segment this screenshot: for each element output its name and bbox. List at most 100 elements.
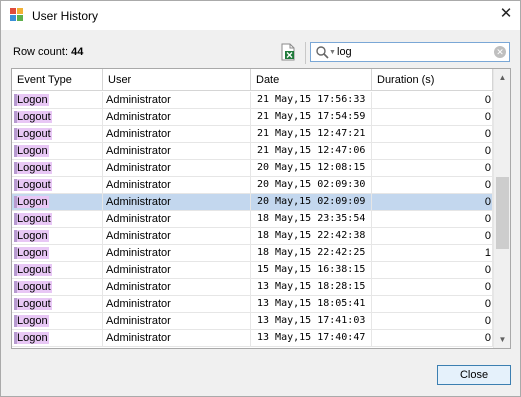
cell-event-type: Logout [12, 109, 103, 126]
window-title: User History [32, 9, 99, 23]
cell-event-type: Logon [12, 92, 103, 109]
scroll-down-icon[interactable]: ▼ [494, 331, 510, 348]
cell-event-type: Logon [12, 228, 103, 245]
cell-user: Administrator [103, 160, 251, 177]
cell-user: Administrator [103, 313, 251, 330]
user-history-dialog: User History ✕ Row count: 44 ▼ ✕ Event T… [0, 0, 521, 397]
cell-event-type: Logon [12, 143, 103, 160]
table-row[interactable]: Logout Administrator 13 May,15 18:28:15 0 [12, 279, 493, 296]
cell-user: Administrator [103, 245, 251, 262]
cell-duration: 0 [372, 143, 493, 160]
cell-duration: 0 [372, 109, 493, 126]
cell-date: 21 May,15 12:47:06 [251, 143, 372, 160]
cell-user: Administrator [103, 296, 251, 313]
search-match-highlight: Logon [14, 196, 49, 208]
column-header-duration[interactable]: Duration (s) [372, 69, 493, 91]
cell-duration: 0 [372, 228, 493, 245]
search-match-highlight: Logon [14, 332, 49, 344]
table-row[interactable]: Logout Administrator 20 May,15 12:08:15 0 [12, 160, 493, 177]
row-count-label: Row count: [13, 46, 69, 58]
excel-export-icon[interactable] [279, 43, 297, 61]
cell-duration: 0 [372, 177, 493, 194]
close-button[interactable]: Close [437, 365, 511, 385]
cell-date: 21 May,15 12:47:21 [251, 126, 372, 143]
cell-user: Administrator [103, 279, 251, 296]
table-row[interactable]: Logout Administrator 21 May,15 17:54:59 0 [12, 109, 493, 126]
search-match-highlight: Logon [14, 94, 49, 106]
search-match-highlight: Logon [14, 145, 49, 157]
cell-user: Administrator [103, 143, 251, 160]
row-count-value: 44 [71, 46, 84, 58]
search-match-highlight: Logout [14, 111, 52, 123]
cell-date: 13 May,15 17:41:03 [251, 313, 372, 330]
cell-date: 13 May,15 18:05:41 [251, 296, 372, 313]
cell-event-type: Logout [12, 177, 103, 194]
search-match-highlight: Logout [14, 281, 52, 293]
table-row[interactable]: Logon Administrator 21 May,15 12:47:06 0 [12, 143, 493, 160]
column-header-event-type[interactable]: Event Type [12, 69, 103, 91]
cell-event-type: Logon [12, 313, 103, 330]
cell-date: 20 May,15 12:08:15 [251, 160, 372, 177]
history-table[interactable]: Event Type User Date Duration (s) Logon A… [11, 68, 511, 349]
table-row[interactable]: Logout Administrator 13 May,15 18:05:41 0 [12, 296, 493, 313]
cell-duration: 0 [372, 194, 493, 211]
table-row[interactable]: Logon Administrator 21 May,15 17:56:33 0 [12, 92, 493, 109]
table-header: Event Type User Date Duration (s) [12, 69, 493, 91]
cell-duration: 0 [372, 211, 493, 228]
cell-user: Administrator [103, 330, 251, 347]
table-row[interactable]: Logout Administrator 18 May,15 23:35:54 0 [12, 211, 493, 228]
cell-duration: 0 [372, 296, 493, 313]
cell-event-type: Logon [12, 194, 103, 211]
table-row[interactable]: Logout Administrator 21 May,15 12:47:21 0 [12, 126, 493, 143]
cell-user: Administrator [103, 92, 251, 109]
cell-user: Administrator [103, 194, 251, 211]
table-row[interactable]: Logon Administrator 20 May,15 02:09:09 0 [12, 194, 493, 211]
cell-duration: 0 [372, 330, 493, 347]
scroll-up-icon[interactable]: ▲ [494, 69, 510, 86]
app-icon [10, 8, 23, 21]
cell-event-type: Logout [12, 279, 103, 296]
cell-duration: 0 [372, 160, 493, 177]
table-row[interactable]: Logon Administrator 18 May,15 22:42:38 0 [12, 228, 493, 245]
scroll-thumb[interactable] [496, 177, 509, 249]
cell-duration: 0 [372, 262, 493, 279]
cell-user: Administrator [103, 228, 251, 245]
cell-duration: 0 [372, 92, 493, 109]
cell-user: Administrator [103, 126, 251, 143]
cell-date: 21 May,15 17:54:59 [251, 109, 372, 126]
cell-duration: 0 [372, 126, 493, 143]
toolbar-separator [305, 42, 306, 64]
column-header-user[interactable]: User [103, 69, 251, 91]
search-dropdown-icon[interactable]: ▼ [329, 49, 336, 56]
cell-event-type: Logon [12, 330, 103, 347]
cell-event-type: Logout [12, 126, 103, 143]
table-row[interactable]: Logon Administrator 13 May,15 17:41:03 0 [12, 313, 493, 330]
search-match-highlight: Logout [14, 213, 52, 225]
search-match-highlight: Logout [14, 264, 52, 276]
vertical-scrollbar[interactable]: ▲ ▼ [493, 69, 510, 348]
search-box[interactable]: ▼ ✕ [310, 42, 510, 62]
cell-date: 15 May,15 16:38:15 [251, 262, 372, 279]
cell-event-type: Logon [12, 245, 103, 262]
cell-date: 20 May,15 02:09:09 [251, 194, 372, 211]
table-row[interactable]: Logon Administrator 13 May,15 17:40:47 0 [12, 330, 493, 347]
table-row[interactable]: Logon Administrator 18 May,15 22:42:25 1 [12, 245, 493, 262]
cell-duration: 1 [372, 245, 493, 262]
cell-date: 13 May,15 18:28:15 [251, 279, 372, 296]
search-icon [316, 46, 329, 59]
clear-search-icon[interactable]: ✕ [494, 46, 506, 58]
column-header-date[interactable]: Date [251, 69, 372, 91]
search-input[interactable] [337, 44, 487, 60]
cell-user: Administrator [103, 177, 251, 194]
cell-date: 20 May,15 02:09:30 [251, 177, 372, 194]
table-row[interactable]: Logout Administrator 15 May,15 16:38:15 0 [12, 262, 493, 279]
search-match-highlight: Logout [14, 179, 52, 191]
title-bar: User History ✕ [1, 1, 520, 30]
search-match-highlight: Logout [14, 128, 52, 140]
search-match-highlight: Logout [14, 162, 52, 174]
row-count: Row count: 44 [13, 46, 83, 58]
cell-date: 13 May,15 17:40:47 [251, 330, 372, 347]
close-window-icon[interactable]: ✕ [495, 4, 517, 24]
table-row[interactable]: Logout Administrator 20 May,15 02:09:30 0 [12, 177, 493, 194]
cell-event-type: Logout [12, 262, 103, 279]
